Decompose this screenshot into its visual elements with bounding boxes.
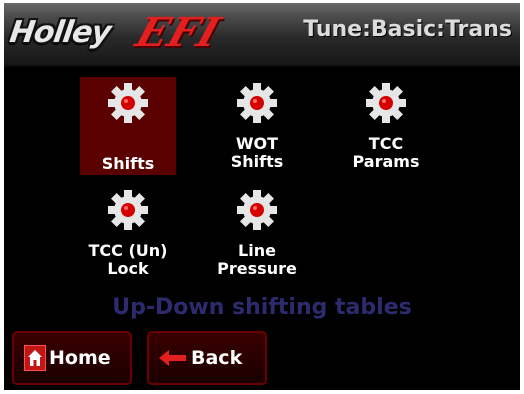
gear-icon xyxy=(366,83,406,123)
screen: Holley EFI Tune:Basic:Trans Shifts WOT S… xyxy=(4,3,520,390)
menu-item-label: TCC (Un) Lock xyxy=(88,241,168,278)
logo-product-text: EFI xyxy=(130,9,227,56)
logo-brand-text: Holley xyxy=(7,15,113,50)
menu-item-shifts[interactable]: Shifts xyxy=(80,77,176,175)
menu-item-tcc-unlock[interactable]: TCC (Un) Lock xyxy=(80,184,176,284)
menu-item-tcc-params[interactable]: TCC Params xyxy=(338,77,434,175)
gear-icon xyxy=(237,190,277,230)
menu-item-wot-shifts[interactable]: WOT Shifts xyxy=(209,77,305,175)
status-description: Up-Down shifting tables xyxy=(112,295,412,320)
home-icon xyxy=(24,345,46,371)
gear-icon xyxy=(237,83,277,123)
menu-item-line-pressure[interactable]: Line Pressure xyxy=(209,184,305,284)
gear-icon xyxy=(108,190,148,230)
menu-item-label: TCC Params xyxy=(352,134,420,171)
back-button[interactable]: Back xyxy=(147,331,267,385)
menu-item-label: WOT Shifts xyxy=(230,134,284,171)
back-arrow-icon xyxy=(159,350,186,366)
page-title: Tune:Basic:Trans xyxy=(303,17,512,42)
back-button-label: Back xyxy=(191,347,243,369)
home-button-label: Home xyxy=(49,347,111,369)
home-button[interactable]: Home xyxy=(12,331,132,385)
gear-icon xyxy=(108,83,148,123)
menu-item-label: Line Pressure xyxy=(217,241,297,278)
menu-item-label: Shifts xyxy=(101,154,155,173)
header-bar: Holley EFI Tune:Basic:Trans xyxy=(4,3,520,67)
